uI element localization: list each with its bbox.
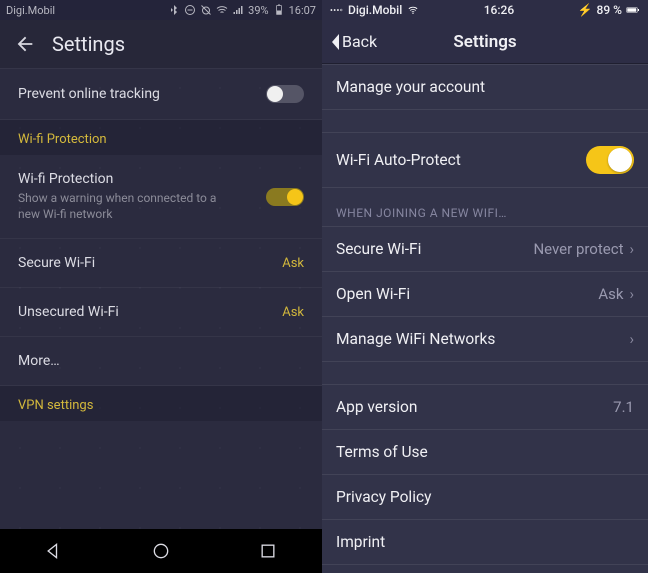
row-manage-wifi-networks[interactable]: Manage WiFi Networks › xyxy=(322,317,648,362)
section-vpn-settings: VPN settings xyxy=(0,386,322,421)
row-label: App version xyxy=(336,398,417,416)
battery-icon xyxy=(273,4,285,16)
row-label: Manage your account xyxy=(336,78,485,96)
row-secure-wifi[interactable]: Secure Wi-Fi Ask xyxy=(0,239,322,288)
charging-icon: ⚡ xyxy=(578,3,593,17)
toggle-prevent-tracking[interactable] xyxy=(266,85,304,103)
dnd-icon xyxy=(184,4,196,16)
signal-dots-icon xyxy=(330,5,344,15)
chevron-right-icon: › xyxy=(629,285,634,303)
row-sublabel: Show a warning when connected to a new W… xyxy=(18,190,228,222)
row-label: Privacy Policy xyxy=(336,488,431,506)
row-unsecured-wifi[interactable]: Unsecured Wi-Fi Ask xyxy=(0,288,322,337)
nav-back-icon[interactable] xyxy=(44,541,64,561)
group-header-new-wifi: WHEN JOINING A NEW WIFI… xyxy=(322,188,648,226)
row-app-version: App version 7.1 xyxy=(322,384,648,430)
bluetooth-icon xyxy=(168,4,180,16)
row-label: Prevent online tracking xyxy=(18,86,160,102)
ios-statusbar: Digi.Mobil 16:26 ⚡ 89 % xyxy=(322,0,648,20)
row-label: Wi-Fi Auto-Protect xyxy=(336,151,461,169)
row-label: More… xyxy=(18,353,60,369)
chevron-left-icon xyxy=(328,32,342,52)
row-wifi-protection[interactable]: Wi-fi Protection Show a warning when con… xyxy=(0,155,322,239)
row-label: Wi-fi Protection xyxy=(18,171,228,187)
row-privacy-policy[interactable]: Privacy Policy xyxy=(322,475,648,520)
row-value: Ask xyxy=(282,305,304,320)
row-terms-of-use[interactable]: Terms of Use xyxy=(322,430,648,475)
nav-recent-icon[interactable] xyxy=(258,541,278,561)
row-secure-wifi[interactable]: Secure Wi-Fi Never protect › xyxy=(322,226,648,272)
battery-icon xyxy=(626,5,640,15)
wifi-icon xyxy=(406,5,420,15)
page-title: Settings xyxy=(453,32,516,52)
row-label: Secure Wi-Fi xyxy=(336,240,421,258)
android-settings-list: Prevent online tracking Wi-fi Protection… xyxy=(0,68,322,529)
android-navbar xyxy=(0,529,322,573)
row-label: Imprint xyxy=(336,533,385,551)
wifi-icon xyxy=(216,4,228,16)
row-prevent-tracking[interactable]: Prevent online tracking xyxy=(0,69,322,120)
section-wifi-protection: Wi-fi Protection xyxy=(0,120,322,155)
nav-home-icon[interactable] xyxy=(151,541,171,561)
android-screen: Digi.Mobil 39% 16:07 Settings Prevent on… xyxy=(0,0,322,573)
alarm-off-icon xyxy=(200,4,212,16)
android-appbar: Settings xyxy=(0,20,322,68)
row-label: Secure Wi-Fi xyxy=(18,255,95,271)
battery-pct: 89 % xyxy=(597,3,622,17)
android-statusbar: Digi.Mobil 39% 16:07 xyxy=(0,0,322,20)
chevron-right-icon: › xyxy=(629,330,634,348)
row-open-wifi[interactable]: Open Wi-Fi Ask › xyxy=(322,272,648,317)
ios-settings-list: Manage your account Wi-Fi Auto-Protect W… xyxy=(322,64,648,573)
row-more[interactable]: More… xyxy=(0,337,322,386)
carrier-label: Digi.Mobil xyxy=(6,4,55,17)
row-value: 7.1 xyxy=(613,398,634,416)
chevron-right-icon: › xyxy=(629,240,634,258)
toggle-wifi-autoprotect[interactable] xyxy=(586,146,634,174)
toggle-wifi-protection[interactable] xyxy=(266,188,304,206)
row-wifi-autoprotect[interactable]: Wi-Fi Auto-Protect xyxy=(322,132,648,188)
clock-label: 16:26 xyxy=(484,3,514,17)
ios-navbar: Back Settings xyxy=(322,20,648,64)
battery-pct: 39% xyxy=(248,4,268,17)
row-label: Terms of Use xyxy=(336,443,428,461)
back-label: Back xyxy=(342,32,377,51)
carrier-label: Digi.Mobil xyxy=(348,3,402,17)
back-button[interactable]: Back xyxy=(328,32,377,52)
row-label: Manage WiFi Networks xyxy=(336,330,495,348)
row-manage-account[interactable]: Manage your account xyxy=(322,65,648,110)
row-label: Unsecured Wi-Fi xyxy=(18,304,119,320)
row-value: Ask xyxy=(598,285,623,303)
page-title: Settings xyxy=(52,32,125,56)
ios-screen: Digi.Mobil 16:26 ⚡ 89 % Back Settings Ma… xyxy=(322,0,648,573)
status-icons: 39% 16:07 xyxy=(168,4,316,17)
row-value: Never protect xyxy=(533,240,623,258)
clock-label: 16:07 xyxy=(289,4,316,17)
row-label: Open Wi-Fi xyxy=(336,285,410,303)
row-imprint[interactable]: Imprint xyxy=(322,520,648,565)
row-value: Ask xyxy=(282,256,304,271)
back-arrow-icon[interactable] xyxy=(14,33,36,55)
signal-icon xyxy=(232,4,244,16)
